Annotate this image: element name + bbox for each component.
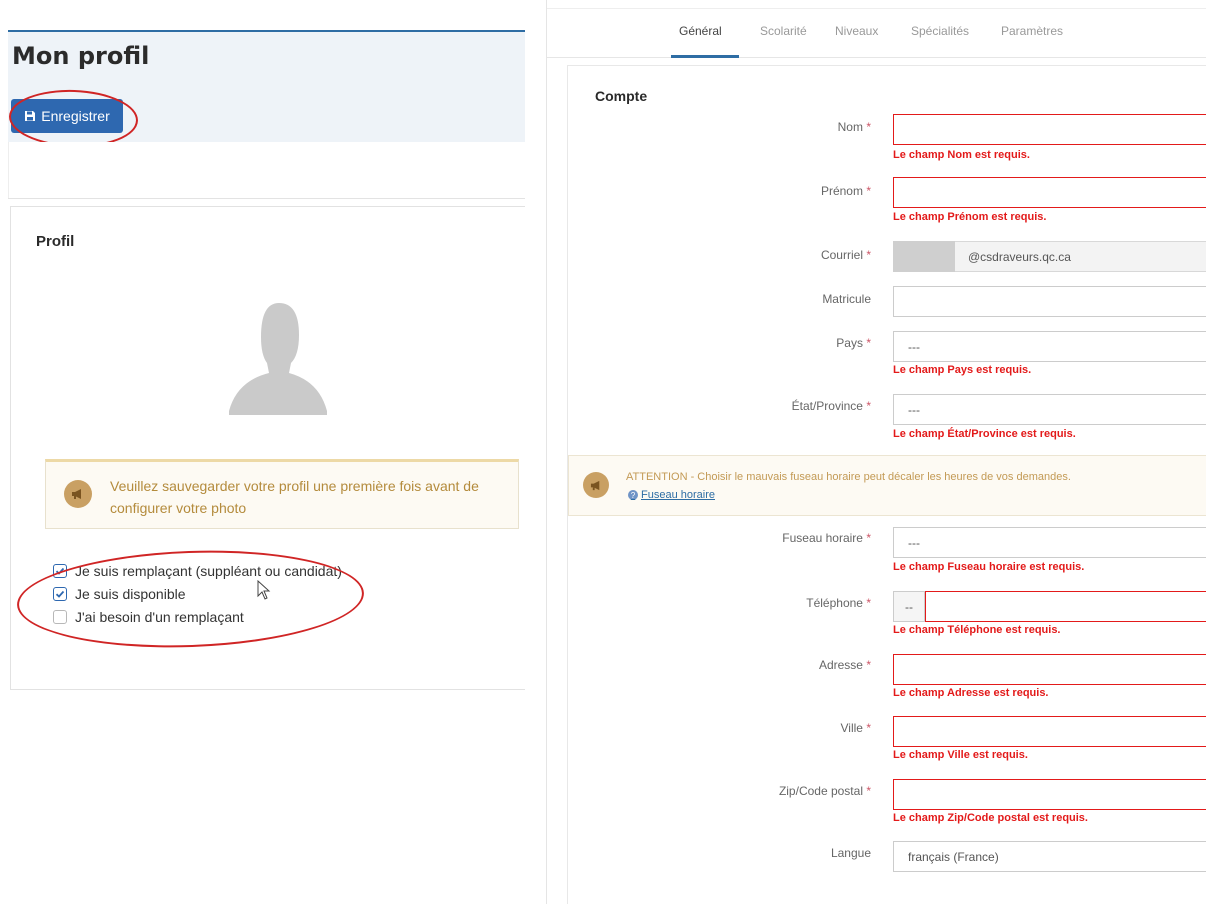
ville-error: Le champ Ville est requis.	[893, 749, 1028, 761]
checkbox-label: Je suis remplaçant (suppléant ou candida…	[75, 562, 342, 579]
divider	[8, 198, 525, 199]
checkbox-checked[interactable]	[53, 586, 67, 601]
prenom-label: Prénom *	[820, 184, 871, 198]
fuseau-label: Fuseau horaire *	[782, 531, 871, 545]
tab-specialites[interactable]: Spécialités	[911, 24, 969, 38]
mouse-cursor-icon	[257, 580, 271, 600]
redacted-email-user	[893, 241, 955, 272]
zip-label: Zip/Code postal *	[778, 784, 871, 798]
pays-select[interactable]: ---	[893, 331, 1206, 362]
langue-select[interactable]: français (France)	[893, 841, 1206, 872]
province-error: Le champ État/Province est requis.	[893, 428, 1076, 440]
check-icon	[55, 567, 65, 575]
checkbox-row-disponible[interactable]: Je suis disponible	[53, 582, 342, 605]
pays-label: Pays *	[836, 336, 871, 350]
courriel-label: Courriel *	[820, 248, 871, 262]
profile-card: Profil Veuillez sauvegarder votre profil…	[10, 206, 525, 690]
adresse-error: Le champ Adresse est requis.	[893, 687, 1049, 699]
tab-parametres[interactable]: Paramètres	[1001, 24, 1063, 38]
photo-notice: Veuillez sauvegarder votre profil une pr…	[45, 459, 519, 529]
checkbox-row-besoin[interactable]: J'ai besoin d'un remplaçant	[53, 605, 342, 628]
adresse-label: Adresse *	[818, 658, 871, 672]
floppy-disk-icon	[25, 111, 36, 121]
checkbox-label: J'ai besoin d'un remplaçant	[75, 608, 244, 625]
help-icon: ?	[628, 490, 638, 500]
tab-general[interactable]: Général	[679, 24, 722, 38]
nom-label: Nom *	[837, 120, 871, 134]
profile-panel: Mon profil Enregistrer Profil Veuillez s…	[0, 0, 525, 904]
telephone-input[interactable]	[925, 591, 1206, 622]
timezone-warning: ATTENTION - Choisir le mauvais fuseau ho…	[568, 455, 1206, 516]
ville-label: Ville *	[840, 721, 871, 735]
matricule-input[interactable]	[893, 286, 1206, 317]
active-tab-indicator	[671, 55, 739, 58]
fuseau-error: Le champ Fuseau horaire est requis.	[893, 561, 1085, 573]
save-button-label: Enregistrer	[41, 108, 110, 124]
tab-niveaux[interactable]: Niveaux	[835, 24, 878, 38]
province-select[interactable]: ---	[893, 394, 1206, 425]
header-spacer	[8, 142, 525, 198]
card-title: Profil	[36, 233, 75, 250]
timezone-help-link[interactable]: ? Fuseau horaire	[628, 489, 715, 501]
province-label: État/Province *	[791, 399, 871, 413]
phone-country-prefix[interactable]: --	[893, 591, 925, 622]
tab-scolarite[interactable]: Scolarité	[760, 24, 807, 38]
checkbox-unchecked[interactable]	[53, 609, 67, 624]
megaphone-icon	[64, 480, 92, 508]
avatar-placeholder-icon	[229, 303, 327, 415]
notice-text: Veuillez sauvegarder votre profil une pr…	[110, 478, 479, 516]
fuseau-select[interactable]: ---	[893, 527, 1206, 558]
telephone-error: Le champ Téléphone est requis.	[893, 624, 1061, 636]
save-button[interactable]: Enregistrer	[11, 99, 123, 133]
prenom-error: Le champ Prénom est requis.	[893, 211, 1047, 223]
ville-input[interactable]	[893, 716, 1206, 747]
prenom-input[interactable]	[893, 177, 1206, 208]
checkbox-row-remplacant[interactable]: Je suis remplaçant (suppléant ou candida…	[53, 559, 342, 582]
timezone-link-text: Fuseau horaire	[641, 489, 715, 501]
account-form-panel: Général Scolarité Niveaux Spécialités Pa…	[546, 0, 1206, 904]
zip-error: Le champ Zip/Code postal est requis.	[893, 812, 1088, 824]
role-checkboxes: Je suis remplaçant (suppléant ou candida…	[53, 559, 342, 628]
pays-error: Le champ Pays est requis.	[893, 364, 1032, 376]
nom-input[interactable]	[893, 114, 1206, 145]
matricule-label: Matricule	[822, 292, 871, 306]
zip-input[interactable]	[893, 779, 1206, 810]
adresse-input[interactable]	[893, 654, 1206, 685]
telephone-label: Téléphone *	[806, 596, 871, 610]
nom-error: Le champ Nom est requis.	[893, 149, 1030, 161]
warning-text: ATTENTION - Choisir le mauvais fuseau ho…	[626, 471, 1071, 483]
page-title: Mon profil	[12, 42, 150, 70]
langue-label: Langue	[830, 846, 871, 860]
section-title: Compte	[595, 88, 648, 104]
check-icon	[55, 590, 65, 598]
checkbox-label: Je suis disponible	[75, 585, 186, 602]
checkbox-checked[interactable]	[53, 563, 67, 578]
megaphone-icon	[583, 472, 609, 498]
tabs-bar: Général Scolarité Niveaux Spécialités Pa…	[547, 8, 1206, 58]
